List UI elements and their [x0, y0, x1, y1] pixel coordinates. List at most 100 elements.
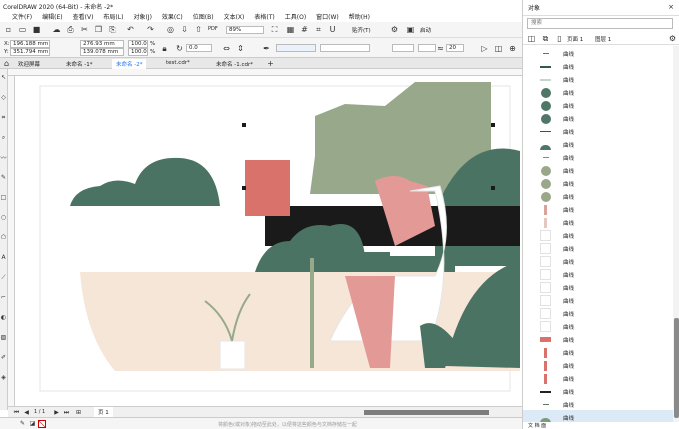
selection-handle[interactable]	[242, 123, 246, 127]
prev-page-icon[interactable]: ◀	[22, 408, 31, 417]
scrollbar-thumb[interactable]	[674, 318, 679, 418]
add-tab-icon[interactable]: +	[266, 59, 275, 68]
menu-object[interactable]: 对象(J)	[128, 12, 156, 21]
drawing-canvas[interactable]	[15, 76, 522, 406]
objects-search-input[interactable]: 搜索	[527, 18, 673, 29]
copy-icon[interactable]: ❐	[94, 25, 103, 34]
menu-effects[interactable]: 效果(C)	[157, 12, 188, 21]
interactive-fill-icon[interactable]: ◈	[0, 373, 8, 382]
pick-tool-icon[interactable]: ↖	[0, 73, 8, 82]
shape-tool-icon[interactable]: ◇	[0, 93, 8, 102]
undo-icon[interactable]: ↶	[126, 25, 135, 34]
launch-dropdown[interactable]: 启动	[420, 26, 431, 34]
selection-handle[interactable]	[242, 186, 246, 190]
rectangle-tool-icon[interactable]: □	[0, 193, 8, 202]
import-icon[interactable]: ⇩	[180, 25, 189, 34]
horizontal-ruler[interactable]	[8, 69, 522, 76]
cafe-table-leg[interactable]	[310, 258, 314, 368]
lock-ratio-icon[interactable]: 🔒︎	[160, 44, 169, 53]
bring-forward-icon[interactable]: ◫	[494, 44, 503, 53]
artwork[interactable]	[15, 76, 522, 406]
fill-icon[interactable]: ◪	[28, 419, 37, 428]
zoom-level-field[interactable]: 89%	[226, 26, 264, 34]
pdf-export-label[interactable]: PDF	[208, 26, 218, 32]
next-page-icon[interactable]: ▶	[52, 408, 61, 417]
coral-building[interactable]	[245, 160, 290, 216]
wave-icon[interactable]: ≈	[436, 44, 445, 53]
crop-tool-icon[interactable]: ⌗	[0, 113, 8, 122]
object-list-scrollbar[interactable]	[673, 46, 679, 422]
tab-untitled-1[interactable]: 未命名 -1*	[62, 59, 96, 69]
layers-icon[interactable]: ⧉	[541, 34, 550, 43]
outline-width-field[interactable]: 20	[446, 44, 464, 52]
cafe-table-top[interactable]	[295, 252, 390, 258]
options-gear-icon[interactable]: ⚙	[390, 25, 399, 34]
horizontal-scrollbar-thumb[interactable]	[364, 410, 489, 415]
menu-layout[interactable]: 布局(L)	[98, 12, 128, 21]
menu-file[interactable]: 文件(F)	[0, 12, 37, 21]
layer-options-icon[interactable]: ◫	[527, 34, 536, 43]
new-document-icon[interactable]: ▫	[4, 25, 13, 34]
home-icon[interactable]: ⌂	[2, 59, 11, 68]
line-style-field[interactable]	[320, 44, 370, 52]
plant-pot[interactable]	[219, 340, 246, 370]
connector-tool-icon[interactable]: ⌐	[0, 293, 8, 302]
width-field[interactable]: 276.93 mm	[80, 40, 124, 48]
tab-page-1[interactable]: 页 1	[94, 407, 113, 417]
add-page-icon[interactable]: ⊞	[74, 408, 83, 417]
save-icon[interactable]: ■	[32, 25, 41, 34]
x-position-field[interactable]: 196.188 mm	[10, 40, 50, 48]
quick-customize-icon[interactable]: ⊕	[508, 44, 517, 53]
tab-welcome[interactable]: 欢迎屏幕	[14, 59, 44, 69]
tab-test[interactable]: test.cdr*	[162, 59, 194, 69]
menu-edit[interactable]: 编辑(E)	[37, 12, 67, 21]
guides-icon[interactable]: ⌗	[314, 25, 323, 34]
ellipse-tool-icon[interactable]: ○	[0, 213, 8, 222]
vertical-ruler[interactable]	[8, 76, 15, 406]
menu-text[interactable]: 文本(X)	[219, 12, 250, 21]
redo-icon[interactable]: ↷	[146, 25, 155, 34]
last-page-icon[interactable]: ⏭	[62, 408, 71, 417]
menu-table[interactable]: 表格(T)	[249, 12, 279, 21]
open-folder-icon[interactable]: ▭	[18, 25, 27, 34]
cloud-icon[interactable]: ☁	[52, 25, 61, 34]
wrap-text-icon[interactable]: ▷	[480, 44, 489, 53]
search-content-icon[interactable]: ◎	[166, 25, 175, 34]
pen-nib-icon[interactable]: ✒	[262, 44, 271, 53]
parallel-dimension-icon[interactable]: ⟋	[0, 273, 8, 282]
current-layer-label[interactable]: 图层 1	[595, 35, 611, 43]
tab-untitled-2[interactable]: 未命名 -2*	[112, 59, 147, 69]
mirror-vertical-icon[interactable]: ⇕	[236, 44, 245, 53]
eyedropper-tool-icon[interactable]: ✐	[0, 353, 8, 362]
cut-icon[interactable]: ✂	[80, 25, 89, 34]
print-icon[interactable]: ⎙	[66, 25, 75, 34]
outline-color-field[interactable]	[276, 44, 316, 52]
text-tool-icon[interactable]: A	[0, 253, 8, 262]
eyedropper-icon[interactable]: ✎	[18, 419, 27, 428]
first-page-icon[interactable]: ⏮	[12, 408, 21, 417]
paste-icon[interactable]: ⎘	[108, 25, 117, 34]
shadow-tool-icon[interactable]: ◐	[0, 313, 8, 322]
fullscreen-icon[interactable]: ⛶	[270, 25, 279, 34]
rotation-angle-field[interactable]: 0.0	[186, 44, 212, 52]
arrow-end-field[interactable]	[418, 44, 436, 52]
export-icon[interactable]: ⇧	[194, 25, 203, 34]
tab-untitled-1-cdr[interactable]: 未命名 -1.cdr*	[212, 59, 257, 69]
current-page-label[interactable]: 页面 1	[567, 35, 583, 43]
menu-bitmaps[interactable]: 位图(B)	[188, 12, 219, 21]
menu-window[interactable]: 窗口(W)	[311, 12, 344, 21]
rotate-icon[interactable]: ↻	[175, 44, 184, 53]
mirror-horizontal-icon[interactable]: ⇔	[222, 44, 231, 53]
height-field[interactable]: 139.078 mm	[80, 48, 124, 56]
menu-tools[interactable]: 工具(O)	[280, 12, 311, 21]
magnet-icon[interactable]: U	[328, 25, 337, 34]
page-icon[interactable]: ▯	[555, 34, 564, 43]
scale-height-field[interactable]: 100.0	[128, 48, 148, 56]
arrow-start-field[interactable]	[392, 44, 414, 52]
no-color-swatch[interactable]	[38, 420, 46, 428]
rulers-icon[interactable]: ▦	[286, 25, 295, 34]
close-icon[interactable]: ×	[668, 3, 674, 11]
freehand-tool-icon[interactable]: 〰	[0, 153, 8, 162]
selection-handle[interactable]	[491, 186, 495, 190]
selection-handle[interactable]	[491, 123, 495, 127]
